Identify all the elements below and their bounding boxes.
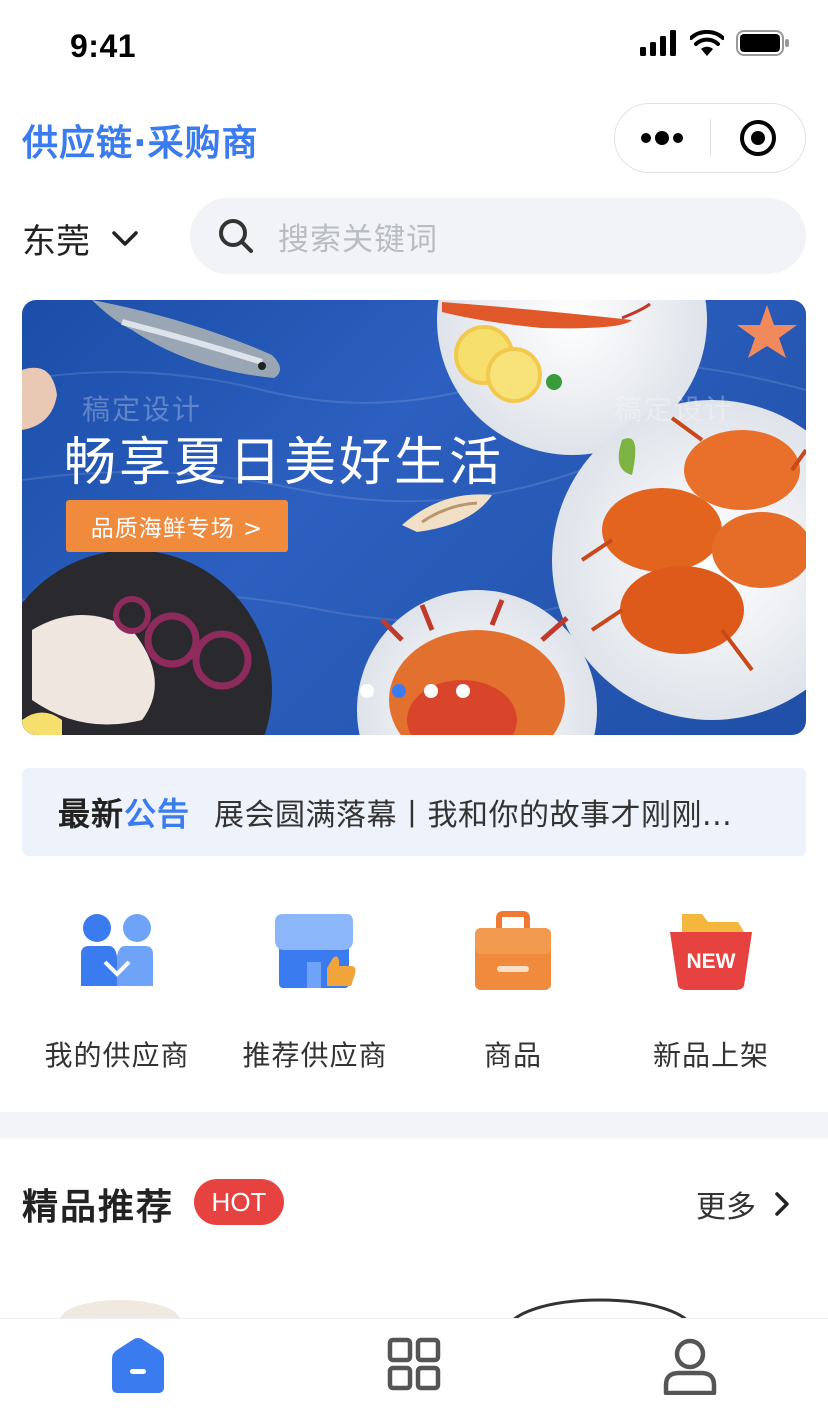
announcement-tag-part1: 最新 — [58, 795, 125, 833]
status-time: 9:41 — [70, 28, 137, 64]
user-profile-icon — [663, 1338, 717, 1395]
announcement-text: 展会圆满落幕丨我和你的故事才刚刚... — [214, 798, 733, 833]
close-capsule-button[interactable] — [710, 104, 805, 172]
nav-header: 供应链·采购商 — [0, 96, 828, 184]
new-badge-text: NEW — [687, 950, 736, 973]
search-input[interactable]: 搜索关键词 — [190, 198, 806, 274]
grid-label: 新品上架 — [652, 1039, 769, 1072]
hot-badge: HOT — [194, 1179, 284, 1225]
more-link[interactable]: 更多 — [696, 1182, 790, 1226]
location-search-row: 东莞 搜索关键词 — [0, 196, 828, 276]
wifi-icon — [690, 30, 724, 56]
tab-profile[interactable] — [552, 1319, 828, 1408]
grid-label: 我的供应商 — [44, 1039, 190, 1072]
carousel-dot[interactable] — [424, 684, 438, 698]
recommend-store-icon — [273, 910, 357, 994]
quick-entry-grid: 我的供应商 推荐供应商 商品 NEW 新品上架 — [0, 910, 828, 1080]
bottom-tab-bar — [0, 1318, 828, 1408]
grid-category-icon — [387, 1337, 441, 1391]
section-title: 精品推荐 — [22, 1187, 175, 1228]
announcement-tag-part2: 公告 — [124, 795, 191, 833]
carousel-dot-active[interactable] — [392, 684, 406, 698]
status-icons — [640, 30, 790, 56]
carousel-dot[interactable] — [360, 684, 374, 698]
banner-cta-button[interactable]: 品质海鲜专场 > — [66, 500, 288, 552]
status-bar: 9:41 — [0, 0, 828, 96]
search-placeholder: 搜索关键词 — [278, 221, 438, 258]
section-divider — [0, 1112, 828, 1138]
target-circle-icon — [739, 120, 776, 156]
grid-label: 推荐供应商 — [242, 1039, 388, 1072]
grid-label: 商品 — [483, 1039, 542, 1072]
chevron-down-icon — [112, 230, 138, 246]
new-arrival-icon: NEW — [668, 910, 754, 994]
fish-illustration — [92, 300, 281, 378]
tab-category[interactable] — [276, 1319, 552, 1408]
announcement-bar[interactable]: 最新公告 展会圆满落幕丨我和你的故事才刚刚... — [22, 768, 806, 856]
announcement-tag: 最新公告 — [58, 789, 190, 835]
tab-home[interactable] — [0, 1319, 276, 1408]
carousel-dot[interactable] — [456, 684, 470, 698]
page-title: 供应链·采购商 — [22, 123, 259, 164]
more-dots-icon — [641, 131, 684, 145]
promo-banner[interactable]: 稿定设计 稿定设计 畅享夏日美好生活 品质海鲜专场 > — [22, 300, 806, 735]
suppliers-people-icon — [75, 910, 159, 994]
product-cards-peek — [0, 1260, 828, 1320]
chevron-right-icon — [775, 1192, 789, 1216]
city-selector[interactable]: 东莞 — [22, 214, 138, 263]
product-images-peek — [60, 1298, 689, 1320]
watermark-right: 稿定设计 — [614, 393, 735, 426]
grid-item-new-arrivals[interactable]: NEW 新品上架 — [612, 910, 810, 1080]
mini-program-capsule — [614, 103, 806, 173]
grid-item-recommended-suppliers[interactable]: 推荐供应商 — [216, 910, 414, 1080]
more-menu-button[interactable] — [615, 104, 710, 172]
more-label: 更多 — [696, 1190, 756, 1225]
featured-section-header: 精品推荐 HOT 更多 — [0, 1170, 828, 1234]
grid-item-my-suppliers[interactable]: 我的供应商 — [18, 910, 216, 1080]
home-icon — [112, 1338, 164, 1393]
carousel-dots — [360, 684, 470, 698]
banner-title: 畅享夏日美好生活 — [64, 433, 505, 493]
city-label: 东莞 — [22, 222, 90, 262]
grid-item-products[interactable]: 商品 — [414, 910, 612, 1080]
battery-icon — [736, 30, 789, 56]
app-page: 9:41 供应链·采购商 东莞 搜索关键词 稿定设计 稿定设计 畅享夏日美好生活… — [0, 0, 828, 1408]
signal-icon — [640, 30, 676, 56]
search-icon — [219, 219, 253, 253]
product-bag-icon — [471, 910, 555, 994]
